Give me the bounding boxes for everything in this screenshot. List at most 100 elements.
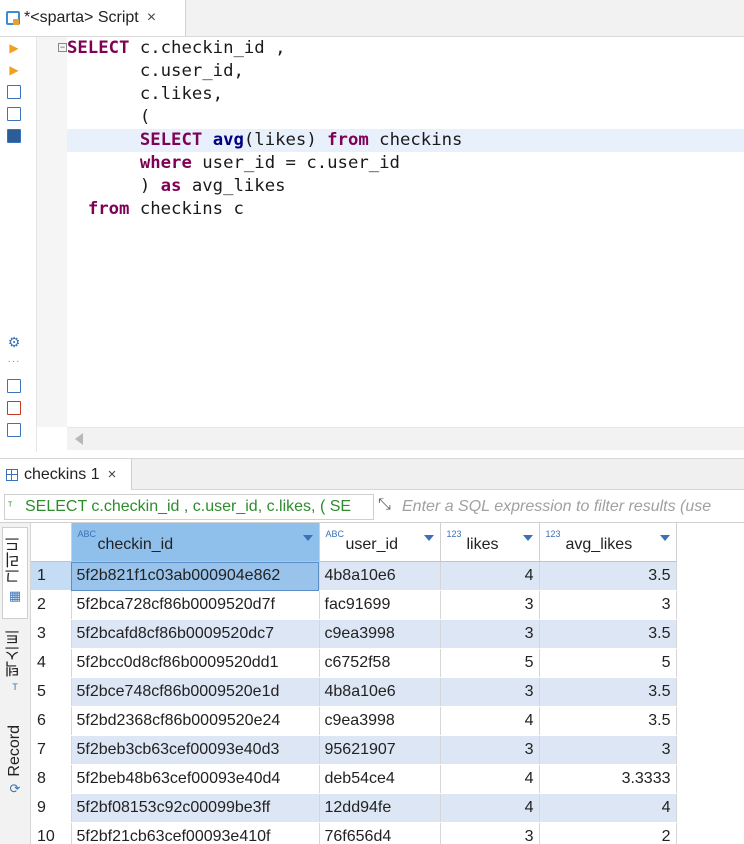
cell-avg-likes[interactable]: 3.5 (539, 619, 677, 649)
cell-likes[interactable]: 4 (440, 793, 540, 823)
sql-text: checkins c (129, 199, 244, 219)
cell-checkin-id[interactable]: 5f2b821f1c03ab000904e862 (71, 561, 320, 591)
table-row[interactable]: 2 5f2bca728cf86b0009520d7f fac91699 3 3 (31, 590, 677, 620)
code-line[interactable]: c.user_id, (67, 60, 744, 83)
editor-tab-script[interactable]: *<sparta> Script × (0, 0, 186, 36)
cell-avg-likes[interactable]: 3 (539, 590, 677, 620)
sql-text: ) (139, 176, 161, 196)
code-line[interactable]: ( (67, 106, 744, 129)
editor-horizontal-scrollbar[interactable] (67, 427, 744, 450)
tab-grid[interactable]: 그리드 ▦ (2, 527, 28, 619)
cell-user-id[interactable]: 4b8a10e6 (319, 561, 441, 591)
fold-toggle-icon[interactable]: − (58, 43, 67, 52)
code-line[interactable]: from checkins c (67, 198, 744, 221)
cell-avg-likes[interactable]: 3.5 (539, 561, 677, 591)
cell-user-id[interactable]: fac91699 (319, 590, 441, 620)
cell-user-id[interactable]: c9ea3998 (319, 619, 441, 649)
cell-checkin-id[interactable]: 5f2beb3cb63cef00093e40d3 (71, 735, 320, 765)
cell-user-id[interactable]: 12dd94fe (319, 793, 441, 823)
cell-checkin-id[interactable]: 5f2bd2368cf86b0009520e24 (71, 706, 320, 736)
cell-avg-likes[interactable]: 4 (539, 793, 677, 823)
code-line[interactable]: SELECT avg(likes) from checkins (67, 129, 744, 152)
column-header-avg-likes[interactable]: 123 avg_likes (539, 523, 677, 562)
cell-likes[interactable]: 5 (440, 648, 540, 678)
cell-likes[interactable]: 4 (440, 706, 540, 736)
cell-user-id[interactable]: deb54ce4 (319, 764, 441, 794)
chevron-down-icon[interactable] (522, 535, 533, 541)
cell-avg-likes[interactable]: 3 (539, 735, 677, 765)
tab-text[interactable]: 텍스트 ᵀ (2, 623, 28, 713)
results-grid[interactable]: ABC checkin_id ABC user_id 123 likes 123… (31, 523, 744, 844)
table-row[interactable]: 10 5f2bf21cb63cef00093e410f 76f656d4 3 2 (31, 822, 677, 844)
cell-likes[interactable]: 4 (440, 764, 540, 794)
results-tab[interactable]: checkins 1 × (0, 459, 132, 490)
table-row[interactable]: 8 5f2beb48b63cef00093e40d4 deb54ce4 4 3.3333 (31, 764, 677, 794)
console-icon[interactable] (7, 129, 21, 143)
cell-likes[interactable]: 3 (440, 619, 540, 649)
close-icon[interactable]: × (108, 466, 117, 483)
chevron-down-icon[interactable] (302, 535, 313, 541)
gear-icon[interactable]: ⚙ (7, 335, 21, 349)
execute-statement-icon[interactable]: ▶ (7, 41, 21, 55)
code-line[interactable]: SELECT c.checkin_id , (67, 37, 744, 60)
expand-icon[interactable]: ⤡ (378, 496, 391, 514)
chevron-down-icon[interactable] (659, 535, 670, 541)
cell-likes[interactable]: 3 (440, 590, 540, 620)
cell-avg-likes[interactable]: 3.5 (539, 706, 677, 736)
scroll-left-icon[interactable] (75, 433, 83, 445)
sql-text: user_id = c.user_id (191, 153, 400, 173)
column-header-likes[interactable]: 123 likes (440, 523, 540, 562)
filter-input[interactable] (400, 494, 744, 520)
code-line[interactable]: c.likes, (67, 83, 744, 106)
sql-text: c.checkin_id , (129, 38, 286, 58)
cell-user-id[interactable]: 4b8a10e6 (319, 677, 441, 707)
cell-checkin-id[interactable]: 5f2bcafd8cf86b0009520dc7 (71, 619, 320, 649)
separator-dots: ··· (7, 356, 21, 367)
cell-avg-likes[interactable]: 2 (539, 822, 677, 844)
table-row[interactable]: 1 5f2b821f1c03ab000904e862 4b8a10e6 4 3.5 (31, 561, 677, 591)
close-icon[interactable]: × (147, 9, 156, 27)
cell-avg-likes[interactable]: 3.3333 (539, 764, 677, 794)
grid-header: ABC checkin_id ABC user_id 123 likes 123… (31, 523, 677, 562)
save-script-icon[interactable] (7, 423, 21, 437)
table-row[interactable]: 7 5f2beb3cb63cef00093e40d3 95621907 3 3 (31, 735, 677, 765)
row-number: 4 (31, 648, 72, 678)
column-header-checkin-id[interactable]: ABC checkin_id (71, 523, 320, 562)
cell-user-id[interactable]: 76f656d4 (319, 822, 441, 844)
chevron-down-icon[interactable] (423, 535, 434, 541)
cell-checkin-id[interactable]: 5f2bce748cf86b0009520e1d (71, 677, 320, 707)
code-line[interactable]: ) as avg_likes (67, 175, 744, 198)
string-type-icon: ABC (77, 529, 97, 539)
cell-checkin-id[interactable]: 5f2bf08153c92c00099be3ff (71, 793, 320, 823)
cell-avg-likes[interactable]: 3.5 (539, 677, 677, 707)
load-script-icon[interactable] (7, 401, 21, 415)
sql-editor[interactable]: SELECT c.checkin_id , c.user_id, c.likes… (67, 37, 744, 427)
column-header-user-id[interactable]: ABC user_id (319, 523, 441, 562)
cell-user-id[interactable]: c9ea3998 (319, 706, 441, 736)
export-icon[interactable] (7, 379, 21, 393)
cell-likes[interactable]: 3 (440, 735, 540, 765)
cell-checkin-id[interactable]: 5f2bf21cb63cef00093e410f (71, 822, 320, 844)
table-row[interactable]: 5 5f2bce748cf86b0009520e1d 4b8a10e6 3 3.5 (31, 677, 677, 707)
cell-likes[interactable]: 3 (440, 677, 540, 707)
query-preview[interactable]: ᵀ SELECT c.checkin_id , c.user_id, c.lik… (4, 494, 374, 520)
execute-in-new-tab-icon[interactable]: ▶ (7, 63, 21, 77)
cell-user-id[interactable]: c6752f58 (319, 648, 441, 678)
cell-likes[interactable]: 4 (440, 561, 540, 591)
cell-checkin-id[interactable]: 5f2bca728cf86b0009520d7f (71, 590, 320, 620)
cell-user-id[interactable]: 95621907 (319, 735, 441, 765)
code-line[interactable]: where user_id = c.user_id (67, 152, 744, 175)
cell-checkin-id[interactable]: 5f2beb48b63cef00093e40d4 (71, 764, 320, 794)
cell-checkin-id[interactable]: 5f2bcc0d8cf86b0009520dd1 (71, 648, 320, 678)
sql-function: avg (212, 130, 244, 150)
table-row[interactable]: 9 5f2bf08153c92c00099be3ff 12dd94fe 4 4 (31, 793, 677, 823)
tab-record[interactable]: Record ⟳ (2, 719, 28, 809)
table-row[interactable]: 4 5f2bcc0d8cf86b0009520dd1 c6752f58 5 5 (31, 648, 677, 678)
cell-likes[interactable]: 3 (440, 822, 540, 844)
table-row[interactable]: 6 5f2bd2368cf86b0009520e24 c9ea3998 4 3.5 (31, 706, 677, 736)
cell-avg-likes[interactable]: 5 (539, 648, 677, 678)
explain-plan-icon[interactable] (7, 107, 21, 121)
table-row[interactable]: 3 5f2bcafd8cf86b0009520dc7 c9ea3998 3 3.5 (31, 619, 677, 649)
execute-script-icon[interactable] (7, 85, 21, 99)
